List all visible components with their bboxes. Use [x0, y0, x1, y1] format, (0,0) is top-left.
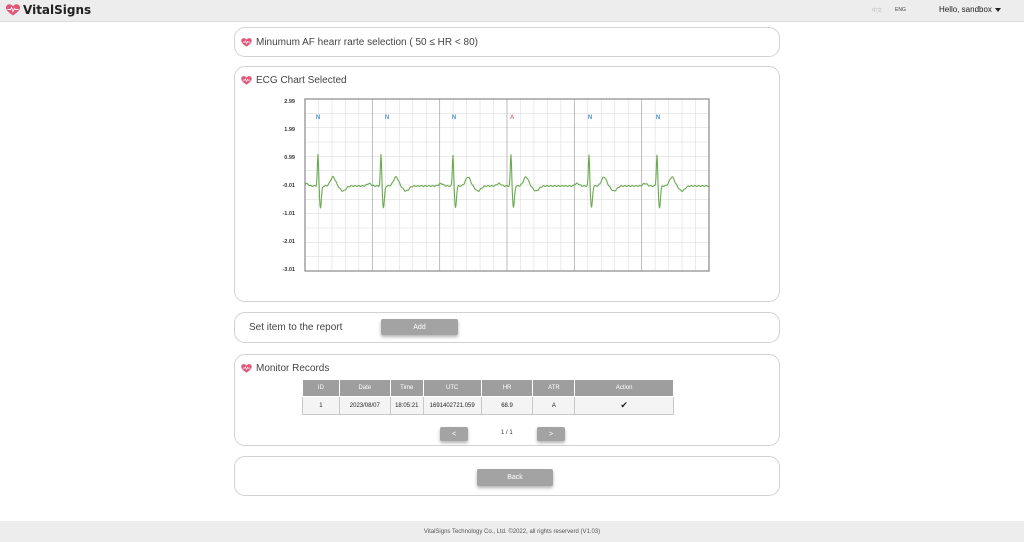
- heart-icon: [241, 364, 252, 373]
- beat-label: N: [656, 115, 660, 121]
- ecg-chart: 2.99 1.99 0.99 -0.01 -1.01 -2.01 -3.01 N N N A N N: [282, 98, 710, 273]
- records-table: ID Date Time UTC HR ATR Action 1 2023/08…: [302, 379, 674, 415]
- y-tick-label: 0.99: [284, 155, 295, 161]
- col-action-header: Action: [574, 379, 674, 397]
- lang-zh-option[interactable]: 中文: [872, 7, 882, 14]
- page-indicator: 1 / 1: [501, 430, 513, 436]
- cell-id: 1: [302, 396, 340, 415]
- beat-label: N: [452, 115, 456, 121]
- beat-label: N: [316, 115, 320, 121]
- cell-date: 2023/08/07: [338, 396, 391, 415]
- back-button[interactable]: Back: [477, 469, 553, 486]
- y-tick-label: 1.99: [284, 127, 295, 133]
- selection-card: Minumum AF hearr rarte selection ( 50 ≤ …: [234, 27, 780, 57]
- y-tick-label: -0.01: [282, 183, 295, 189]
- prev-page-button[interactable]: <: [440, 427, 468, 441]
- footer: VitalSigns Technology Co., Ltd. ©2022, a…: [0, 521, 1024, 542]
- cell-atr: A: [532, 396, 576, 415]
- user-menu[interactable]: Hello, sandbox: [939, 5, 1002, 14]
- top-navbar: VitalSigns 中文 ENG Hello, sandbox: [0, 0, 1024, 22]
- cell-time: 18:05:21: [389, 396, 424, 415]
- col-time-header: Time: [389, 379, 424, 397]
- heart-pulse-icon: [6, 4, 20, 16]
- selection-header: Minumum AF hearr rarte selection ( 50 ≤ …: [241, 37, 478, 48]
- beat-label: A: [510, 115, 515, 121]
- y-tick-label: -2.01: [282, 239, 295, 245]
- col-hr-header: HR: [480, 379, 534, 397]
- col-utc-header: UTC: [422, 379, 482, 397]
- col-id-header: ID: [302, 379, 340, 397]
- back-card: Back: [234, 456, 780, 496]
- brand-logo[interactable]: VitalSigns: [6, 3, 91, 17]
- y-tick-label: -3.01: [282, 267, 295, 273]
- add-button[interactable]: Add: [381, 319, 458, 335]
- beat-label: N: [385, 115, 389, 121]
- y-tick-label: -1.01: [282, 211, 295, 217]
- table-header-row: ID Date Time UTC HR ATR Action: [302, 379, 674, 397]
- table-row[interactable]: 1 2023/08/07 18:05:21 1691402721.059 68.…: [302, 396, 674, 415]
- cell-hr: 68.9: [480, 396, 534, 415]
- beat-label: N: [588, 115, 592, 121]
- col-date-header: Date: [338, 379, 391, 397]
- records-title: Monitor Records: [256, 363, 330, 374]
- report-card: Set item to the report Add: [234, 312, 780, 343]
- next-page-button[interactable]: >: [537, 427, 565, 441]
- col-atr-header: ATR: [532, 379, 576, 397]
- y-tick-label: 2.99: [284, 99, 295, 105]
- selection-title: Minumum AF hearr rarte selection ( 50 ≤ …: [256, 37, 478, 48]
- copyright-text: VitalSigns Technology Co., Ltd. ©2022, a…: [423, 528, 601, 535]
- heart-icon: [241, 38, 252, 47]
- cell-utc: 1691402721.059: [422, 396, 482, 415]
- records-header: Monitor Records: [241, 363, 329, 374]
- ecg-card: ECG Chart Selected 2.99 1.99 0.99 -0.01 -1.0…: [234, 66, 780, 302]
- brand-name: VitalSigns: [23, 3, 92, 17]
- monitor-records-card: Monitor Records ID Date Time UTC HR ATR …: [234, 354, 780, 446]
- report-label: Set item to the report: [249, 322, 343, 333]
- user-greeting: Hello, sandbox: [939, 5, 992, 14]
- lang-en-option[interactable]: ENG: [895, 7, 906, 13]
- caret-down-icon: [995, 7, 1002, 12]
- select-checkmark-icon[interactable]: ✔: [574, 396, 674, 415]
